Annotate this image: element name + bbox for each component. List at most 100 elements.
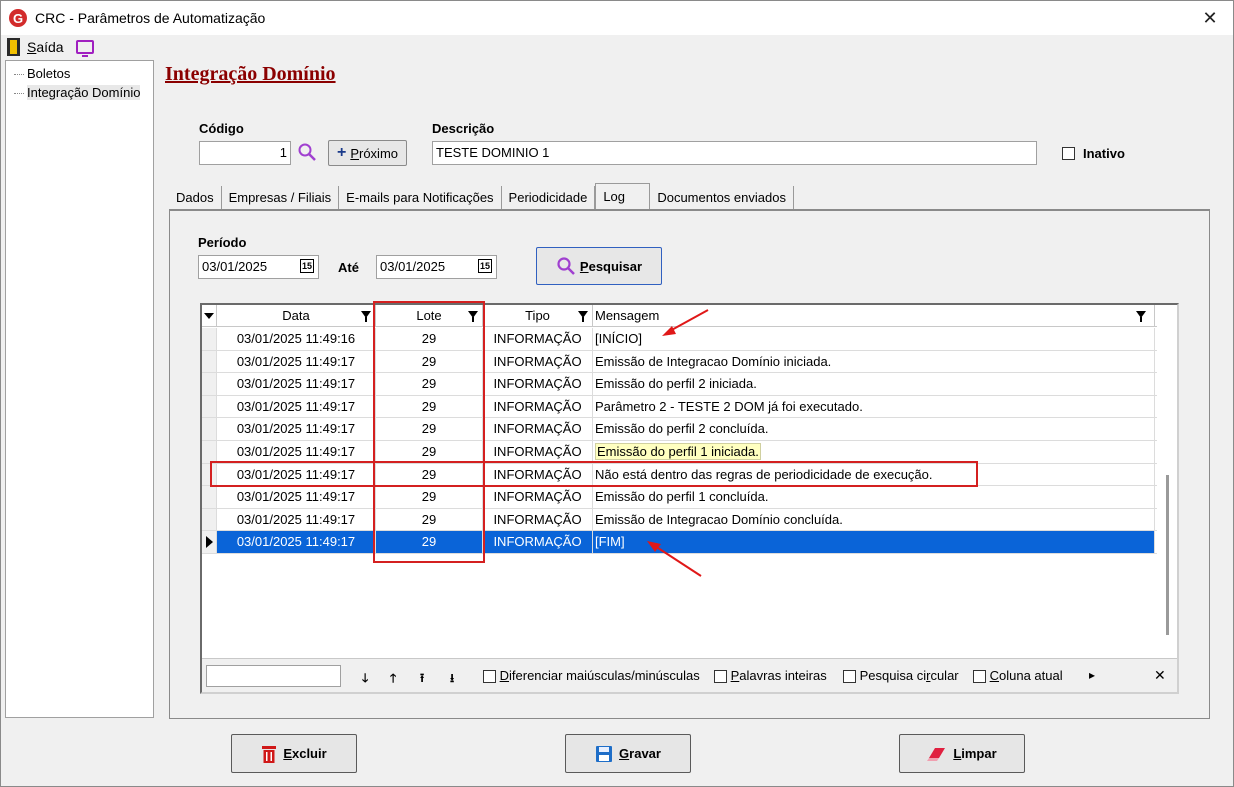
grid-vertical-scrollbar[interactable]: [1166, 475, 1169, 635]
find-input[interactable]: [206, 665, 341, 687]
cell-data[interactable]: 03/01/2025 11:49:17: [217, 418, 376, 440]
table-row[interactable]: 03/01/2025 11:49:17 29 INFORMAÇÃO Emissão d…: [202, 486, 1157, 509]
row-indicator[interactable]: [202, 395, 217, 418]
annotation-arrow-icon: [647, 541, 702, 577]
codigo-input[interactable]: 1: [199, 141, 291, 165]
descricao-label: Descrição: [432, 121, 495, 136]
row-indicator[interactable]: [202, 508, 217, 531]
annotation-lote-box: [373, 301, 485, 563]
proximo-button[interactable]: + Próximo: [328, 140, 407, 166]
option-pesquisa-circular[interactable]: Pesquisa circular: [843, 668, 959, 684]
tab-log[interactable]: Log: [595, 183, 651, 211]
row-indicator[interactable]: [202, 373, 217, 395]
close-button[interactable]: ✕: [1187, 1, 1233, 35]
row-indicator[interactable]: [202, 328, 217, 350]
tree-item-boletos[interactable]: Boletos: [12, 66, 72, 81]
checkbox-box[interactable]: [1062, 147, 1075, 160]
table-row[interactable]: 03/01/2025 11:49:17 29 INFORMAÇÃO Emissão d…: [202, 418, 1157, 441]
find-last-icon[interactable]: ⭳: [450, 669, 454, 690]
highlighted-text: Emissão do perfil 1 iniciada.: [595, 442, 761, 460]
cell-mensagem[interactable]: Emissão do perfil 1 concluída.: [593, 486, 1155, 508]
cell-tipo[interactable]: INFORMAÇÃO: [483, 486, 593, 508]
cell-tipo[interactable]: INFORMAÇÃO: [483, 328, 593, 350]
cell-data[interactable]: 03/01/2025 11:49:17: [217, 531, 376, 553]
current-row-arrow-icon: [206, 536, 213, 549]
cell-mensagem[interactable]: Emissão de Integracao Domínio iniciada.: [593, 350, 1155, 373]
gravar-button[interactable]: Gravar: [565, 734, 691, 773]
column-header-tipo[interactable]: Tipo: [483, 305, 593, 327]
cell-mensagem[interactable]: Emissão do perfil 1 iniciada.: [593, 440, 1155, 463]
table-row[interactable]: 03/01/2025 11:49:17 29 INFORMAÇÃO Emissão d…: [202, 508, 1157, 532]
limpar-button[interactable]: Limpar: [899, 734, 1025, 773]
grid-header-indicator[interactable]: [202, 305, 217, 327]
window-title: CRC - Parâmetros de Automatização: [35, 10, 266, 26]
calendar-icon[interactable]: 15: [477, 259, 492, 273]
cell-data[interactable]: 03/01/2025 11:49:17: [217, 440, 376, 463]
cell-tipo[interactable]: INFORMAÇÃO: [483, 373, 593, 395]
row-indicator[interactable]: [202, 350, 217, 373]
find-prev-up-icon[interactable]: 🡑: [390, 669, 396, 690]
periodo-label: Período: [198, 235, 247, 250]
close-find-icon[interactable]: ✕: [1154, 667, 1166, 684]
cell-tipo[interactable]: INFORMAÇÃO: [483, 418, 593, 440]
cell-data[interactable]: 03/01/2025 11:49:16: [217, 328, 376, 350]
cell-data[interactable]: 03/01/2025 11:49:17: [217, 486, 376, 508]
inativo-checkbox[interactable]: Inativo: [1062, 146, 1125, 161]
cell-data[interactable]: 03/01/2025 11:49:17: [217, 508, 376, 531]
menu-saida[interactable]: Saída: [27, 39, 64, 55]
more-options-icon[interactable]: ▸: [1089, 668, 1095, 682]
find-next-down-icon[interactable]: 🡓: [362, 669, 368, 690]
tab-periodicidade[interactable]: Periodicidade: [501, 186, 596, 210]
cell-mensagem[interactable]: Emissão do perfil 2 concluída.: [593, 418, 1155, 440]
find-first-icon[interactable]: ⭱: [420, 669, 424, 690]
table-row[interactable]: 03/01/2025 11:49:17 29 INFORMAÇÃO Emissão d…: [202, 350, 1157, 374]
row-indicator[interactable]: [202, 486, 217, 508]
tab-emails-notificacoes[interactable]: E-mails para Notificações: [339, 186, 502, 210]
cell-tipo[interactable]: INFORMAÇÃO: [483, 531, 593, 553]
tree-item-integracao-dominio[interactable]: Integração Domínio: [12, 85, 142, 100]
search-icon[interactable]: [297, 142, 317, 162]
row-indicator[interactable]: [202, 418, 217, 440]
table-row[interactable]: 03/01/2025 11:49:17 29 INFORMAÇÃO Emissão d…: [202, 373, 1157, 396]
date-to-input[interactable]: 03/01/2025 15: [376, 255, 497, 279]
row-indicator[interactable]: [202, 531, 217, 553]
cell-data[interactable]: 03/01/2025 11:49:17: [217, 350, 376, 373]
tab-empresas-filiais[interactable]: Empresas / Filiais: [221, 186, 340, 210]
log-grid[interactable]: Data Lote Tipo Mensagem 03/01/2025 11:49…: [200, 303, 1179, 694]
annotation-arrow-icon: [662, 309, 709, 336]
cell-tipo[interactable]: INFORMAÇÃO: [483, 508, 593, 531]
filter-icon[interactable]: [578, 311, 588, 322]
cell-mensagem[interactable]: Emissão de Integracao Domínio concluída.: [593, 508, 1155, 531]
cell-mensagem[interactable]: Emissão do perfil 2 iniciada.: [593, 373, 1155, 395]
eraser-icon: [927, 747, 946, 761]
pesquisar-button[interactable]: Pesquisar: [536, 247, 662, 285]
option-palavras-inteiras[interactable]: Palavras inteiras: [714, 668, 827, 684]
cell-data[interactable]: 03/01/2025 11:49:17: [217, 395, 376, 418]
row-indicator[interactable]: [202, 440, 217, 463]
cell-data[interactable]: 03/01/2025 11:49:17: [217, 373, 376, 395]
option-coluna-atual[interactable]: Coluna atual: [973, 668, 1063, 684]
date-from-input[interactable]: 03/01/2025 15: [198, 255, 319, 279]
app-window: G CRC - Parâmetros de Automatização ✕ Sa…: [0, 0, 1234, 787]
tab-dados[interactable]: Dados: [169, 186, 222, 210]
table-row[interactable]: 03/01/2025 11:49:17 29 INFORMAÇÃO Parâmetro…: [202, 395, 1157, 419]
menu-bar: Saída: [1, 35, 1233, 59]
filter-icon[interactable]: [1136, 311, 1146, 322]
cell-tipo[interactable]: INFORMAÇÃO: [483, 395, 593, 418]
grid-find-bar: 🡓 🡑 ⭱ ⭳ Diferenciar maiúsculas/minúscula…: [202, 658, 1177, 692]
page-title: Integração Domínio: [165, 63, 336, 85]
exit-door-icon[interactable]: [7, 38, 20, 56]
cell-mensagem[interactable]: Parâmetro 2 - TESTE 2 DOM já foi executa…: [593, 395, 1155, 418]
monitor-icon[interactable]: [75, 40, 94, 57]
title-bar: G CRC - Parâmetros de Automatização ✕: [1, 1, 1233, 35]
descricao-input[interactable]: TESTE DOMINIO 1: [432, 141, 1037, 165]
excluir-button[interactable]: Excluir: [231, 734, 357, 773]
cell-tipo[interactable]: INFORMAÇÃO: [483, 440, 593, 463]
app-logo-icon: G: [9, 9, 27, 27]
cell-tipo[interactable]: INFORMAÇÃO: [483, 350, 593, 373]
calendar-icon[interactable]: 15: [299, 259, 314, 273]
tab-documentos-enviados[interactable]: Documentos enviados: [650, 186, 794, 210]
column-header-data[interactable]: Data: [217, 305, 376, 327]
filter-icon[interactable]: [361, 311, 371, 322]
option-diferenciar-maiusculas[interactable]: Diferenciar maiúsculas/minúsculas: [483, 668, 700, 684]
